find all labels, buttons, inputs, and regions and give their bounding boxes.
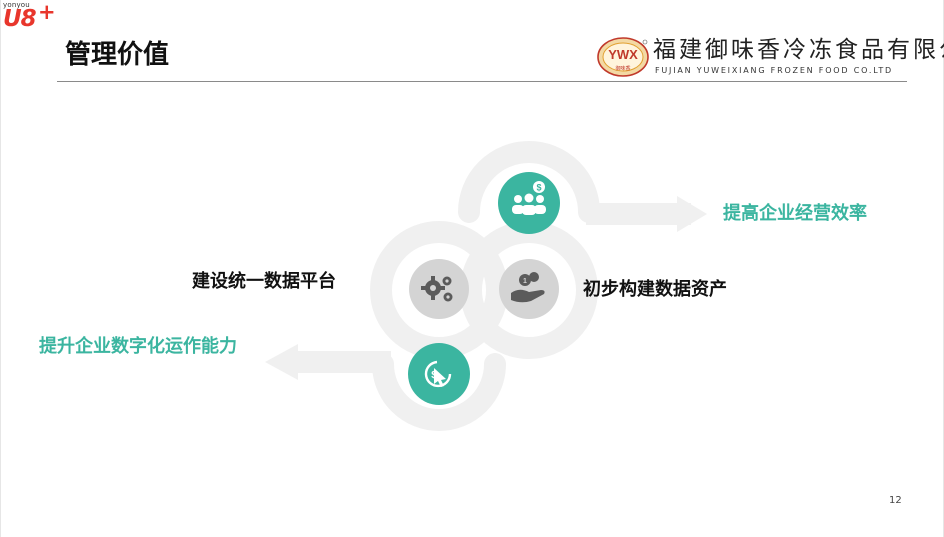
label-improve-efficiency: 提高企业经营效率 — [723, 203, 867, 224]
arrow-left-head — [265, 344, 298, 380]
arrow-right-head — [677, 196, 707, 232]
svg-text:1: 1 — [523, 278, 527, 285]
node-middle-right — [499, 259, 559, 319]
svg-text:$: $ — [536, 183, 541, 193]
label-unified-data-platform: 建设统一数据平台 — [192, 271, 336, 292]
slide: yonyou U8 + 管理价值 YWX 御味香 福建御味香冷冻食品有限公司 F… — [0, 0, 944, 537]
svg-text:$: $ — [431, 370, 437, 381]
value-diagram: $ 1 $ — [265, 141, 707, 431]
label-data-assets: 初步构建数据资产 — [583, 279, 727, 300]
node-top — [498, 172, 560, 234]
label-digital-capability: 提升企业数字化运作能力 — [39, 336, 237, 357]
page-number: 12 — [889, 495, 902, 506]
